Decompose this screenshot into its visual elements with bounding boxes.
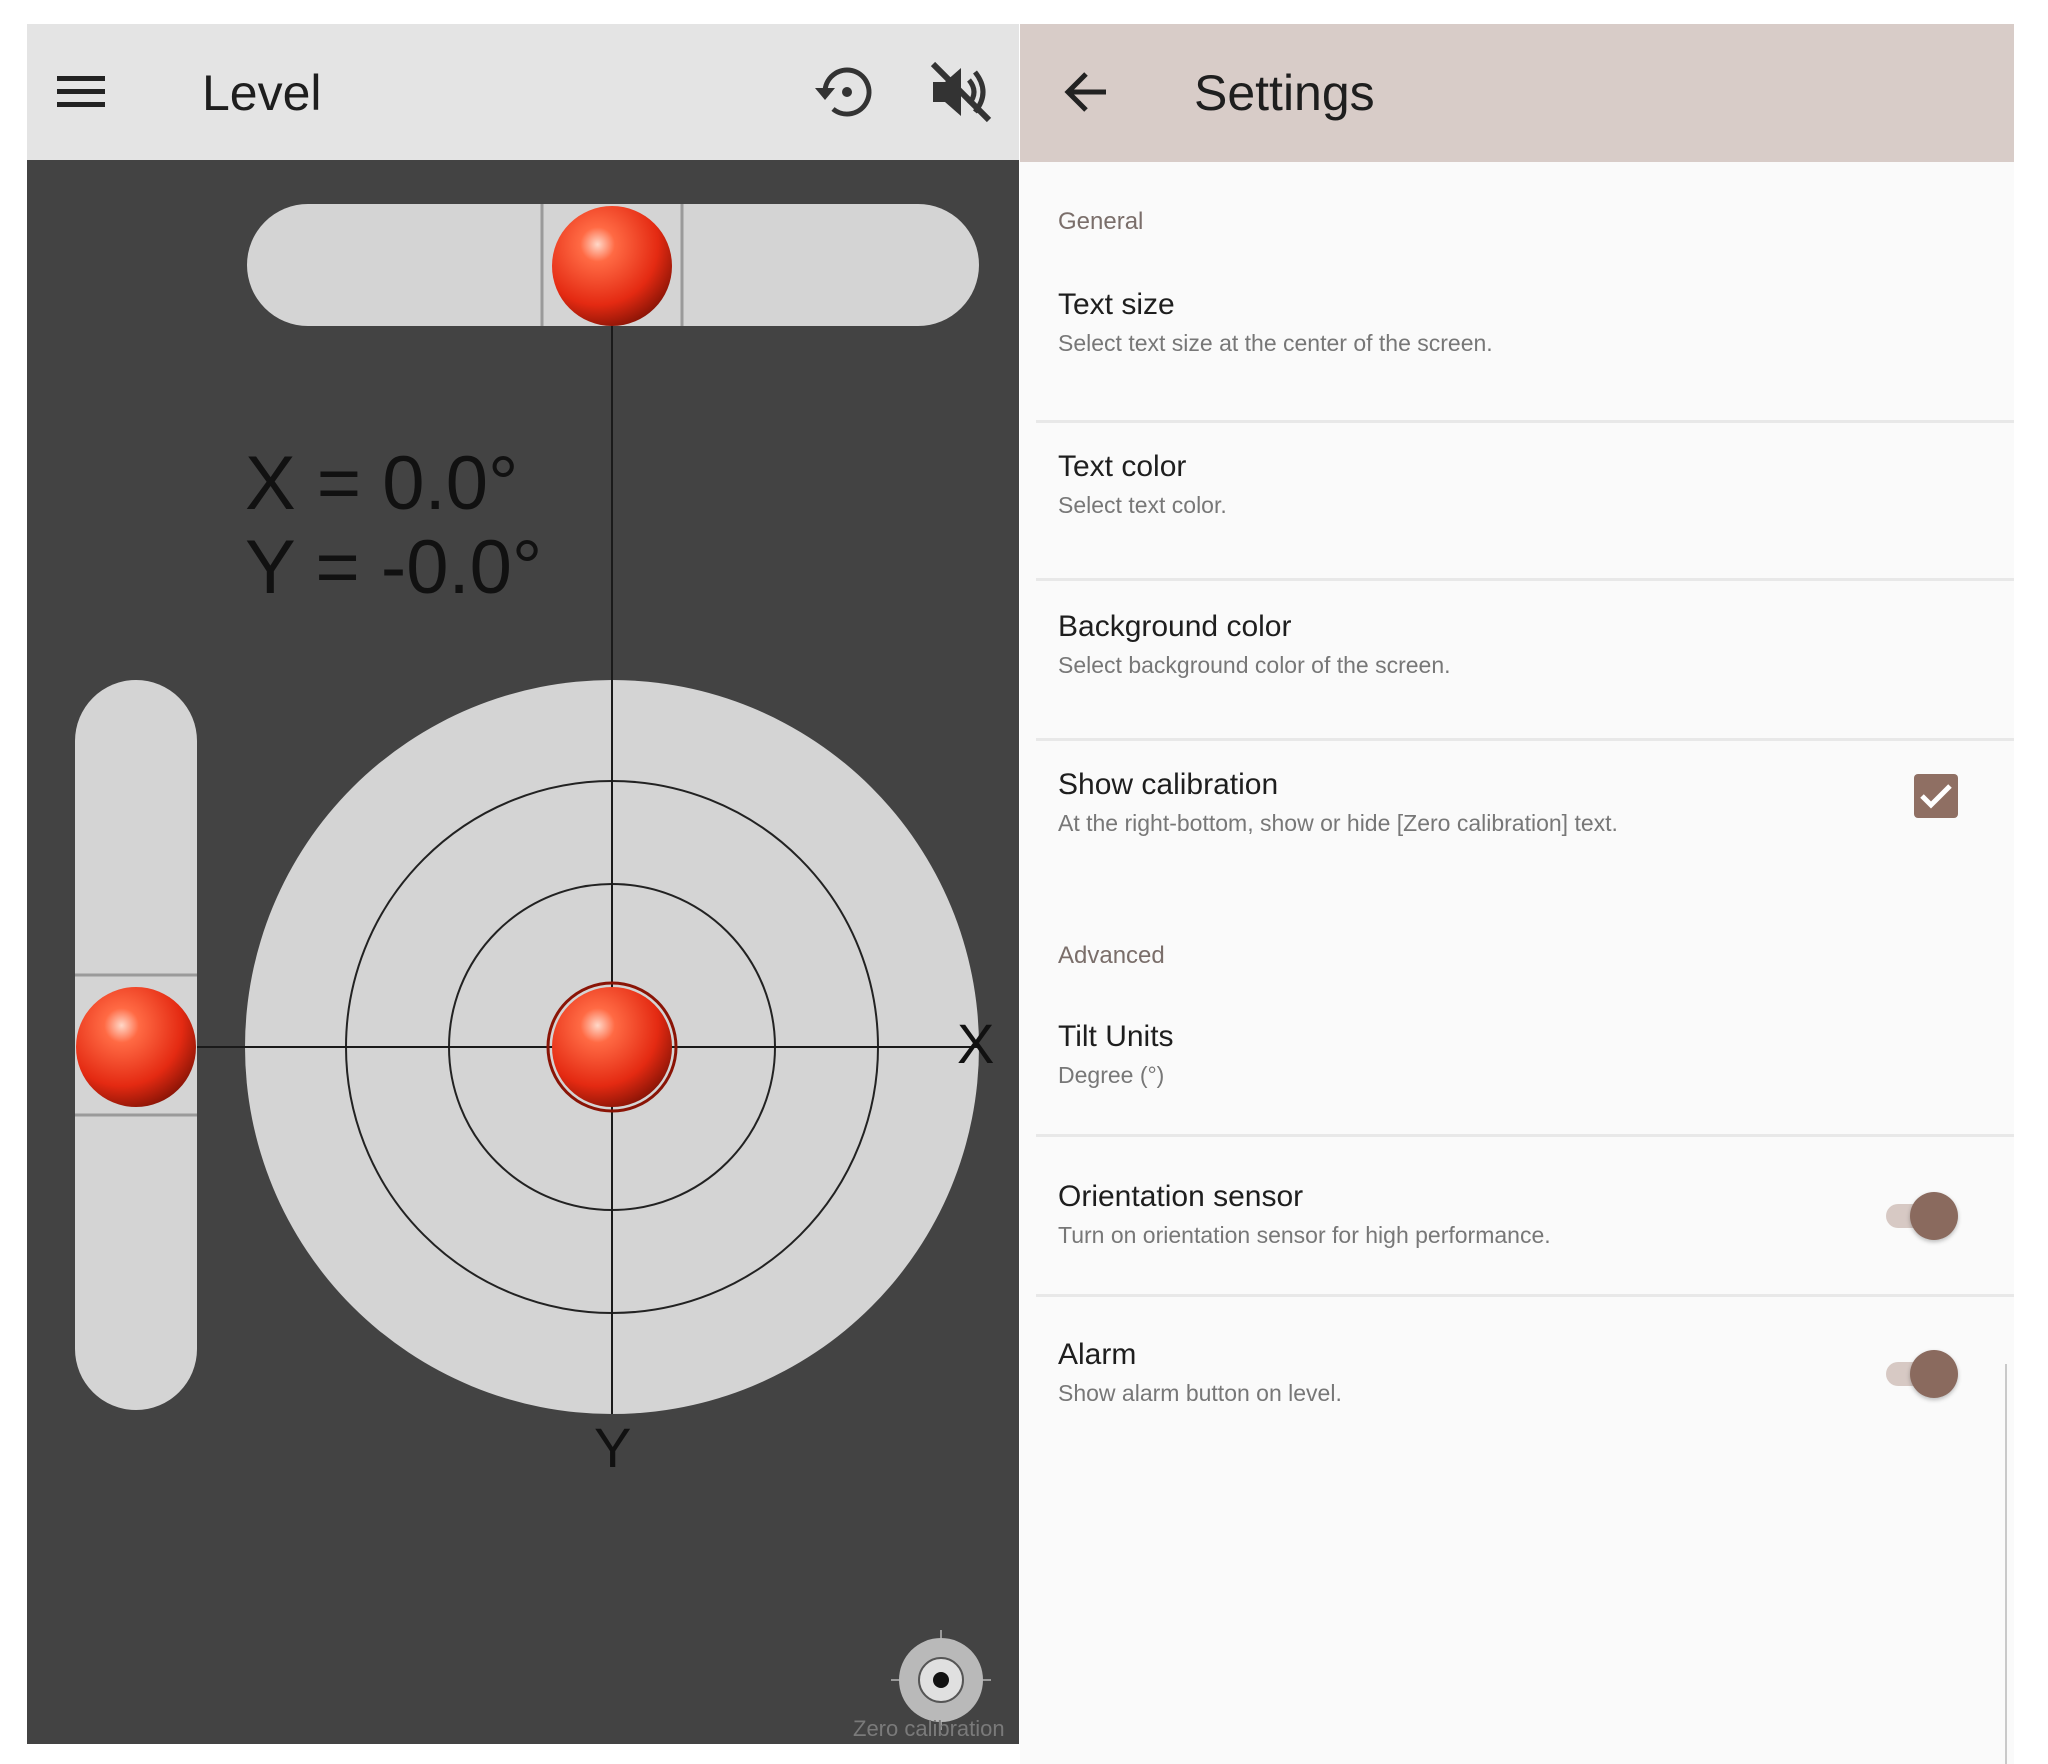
pref-summary: Turn on orientation sensor for high perf… <box>1058 1222 1551 1248</box>
pref-orientation-sensor[interactable]: Orientation sensor Turn on orientation s… <box>1020 1170 2014 1290</box>
pref-summary: Select background color of the screen. <box>1058 652 1451 678</box>
divider <box>1036 1294 2014 1297</box>
hamburger-menu-icon[interactable] <box>49 60 113 124</box>
pref-title: Tilt Units <box>1058 1020 1174 1053</box>
settings-screen: Settings General Text size Select text s… <box>1020 24 2014 1764</box>
pref-summary: Degree (°) <box>1058 1062 1165 1088</box>
pref-text-size[interactable]: Text size Select text size at the center… <box>1020 274 2014 414</box>
checkmark-icon <box>1920 784 1952 809</box>
divider <box>1036 1134 2014 1137</box>
vertical-bubble <box>76 987 196 1107</box>
horizontal-bubble <box>552 206 672 326</box>
pref-summary: Show alarm button on level. <box>1058 1380 1342 1406</box>
level-graphics <box>75 204 991 1730</box>
center-bubble <box>552 987 672 1107</box>
y-angle-readout: Y = -0.0° <box>245 525 543 610</box>
section-header-general: General <box>1058 208 1144 235</box>
orientation-sensor-switch-thumb[interactable] <box>1910 1192 1958 1240</box>
volume-off-icon[interactable] <box>923 54 999 130</box>
settings-title: Settings <box>1194 65 1375 121</box>
x-angle-readout: X = 0.0° <box>245 441 519 526</box>
level-title: Level <box>202 65 322 121</box>
x-axis-label: X <box>957 1012 995 1075</box>
arrow-back-icon[interactable] <box>1056 62 1116 122</box>
pref-title: Text color <box>1058 450 1187 483</box>
history-calibrate-icon[interactable] <box>807 54 883 130</box>
level-app-bar: Level <box>27 24 1019 160</box>
divider <box>1036 420 2014 423</box>
zero-calibration-label[interactable]: Zero calibration <box>853 1716 1005 1742</box>
alarm-switch-thumb[interactable] <box>1910 1350 1958 1398</box>
pref-summary: Select text size at the center of the sc… <box>1058 330 1493 356</box>
pref-title: Background color <box>1058 610 1292 643</box>
pref-tilt-units[interactable]: Tilt Units Degree (°) <box>1020 1010 2014 1130</box>
pref-background-color[interactable]: Background color Select background color… <box>1020 596 2014 736</box>
divider <box>1036 578 2014 581</box>
pref-title: Alarm <box>1058 1338 1137 1371</box>
pref-title: Text size <box>1058 288 1175 321</box>
show-calibration-checkbox[interactable] <box>1914 774 1958 818</box>
pref-title: Orientation sensor <box>1058 1180 1304 1213</box>
level-screen: Level X = 0.0° Y = -0.0° X Y Zero calibr… <box>27 24 1019 1744</box>
pref-alarm[interactable]: Alarm Show alarm button on level. <box>1020 1328 2014 1448</box>
target-crosshair-icon[interactable] <box>891 1630 991 1730</box>
pref-summary: Select text color. <box>1058 492 1227 518</box>
pref-summary: At the right-bottom, show or hide [Zero … <box>1058 810 1618 836</box>
y-axis-label: Y <box>594 1416 632 1479</box>
settings-app-bar: Settings <box>1020 24 2014 162</box>
section-header-advanced: Advanced <box>1058 942 1165 969</box>
level-body: X = 0.0° Y = -0.0° X Y Zero calibration <box>27 160 1019 1744</box>
pref-title: Show calibration <box>1058 768 1279 801</box>
pref-text-color[interactable]: Text color Select text color. <box>1020 436 2014 576</box>
divider <box>1036 738 2014 741</box>
pref-show-calibration[interactable]: Show calibration At the right-bottom, sh… <box>1020 754 2014 894</box>
panel-edge-line <box>2005 1364 2007 1764</box>
